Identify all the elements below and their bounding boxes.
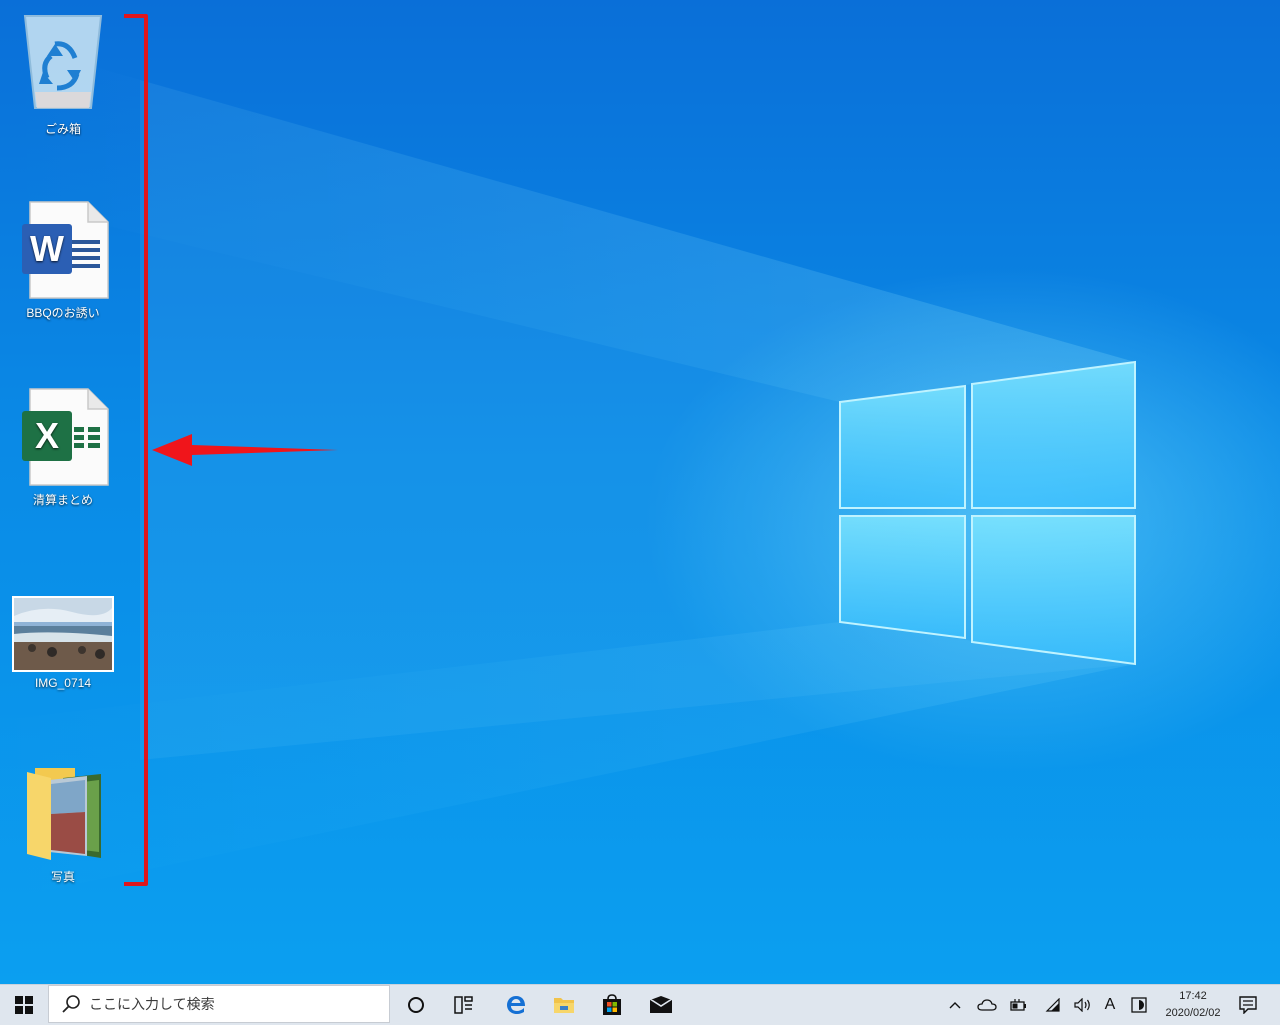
- input-method-icon: [1131, 997, 1147, 1013]
- task-view-icon: [454, 996, 473, 1014]
- annotation-arrow: [152, 434, 338, 466]
- windows-logo-pane-2: [971, 360, 1136, 509]
- edge-icon: [507, 996, 525, 1014]
- search-icon: [62, 995, 80, 1013]
- taskbar-search-box[interactable]: ここに入力して検索: [48, 985, 390, 1023]
- onedrive-button[interactable]: [974, 985, 1000, 1025]
- volume-button[interactable]: [1070, 985, 1096, 1025]
- store-button[interactable]: [590, 985, 634, 1025]
- annotation-bracket: [124, 14, 148, 886]
- windows-start-icon: [15, 996, 33, 1014]
- desktop: ごみ箱 W BBQのお誘い X 清算まとめ IMG_0714 写真: [0, 0, 1280, 984]
- action-center-button[interactable]: [1232, 985, 1264, 1025]
- mail-icon: [649, 996, 673, 1013]
- input-indicator-button[interactable]: [1128, 985, 1150, 1025]
- chevron-up-icon: [949, 1002, 961, 1009]
- taskbar-clock[interactable]: 17:42 2020/02/02: [1158, 985, 1228, 1025]
- notification-icon: [1239, 996, 1257, 1014]
- file-explorer-icon: [554, 998, 574, 1013]
- file-explorer-button[interactable]: [542, 985, 586, 1025]
- edge-button[interactable]: [494, 985, 538, 1025]
- cortana-icon: [408, 997, 424, 1013]
- task-view-button[interactable]: [444, 985, 484, 1025]
- network-button[interactable]: [1040, 985, 1066, 1025]
- wifi-icon: [1045, 998, 1060, 1012]
- tray-overflow-button[interactable]: [944, 985, 966, 1025]
- annotation-overlay: [124, 14, 338, 886]
- search-placeholder: ここに入力して検索: [89, 996, 215, 1012]
- speaker-icon: [1074, 998, 1090, 1012]
- windows-logo-pane-4: [971, 515, 1136, 666]
- ime-mode-label: A: [1104, 996, 1116, 1013]
- onedrive-cloud-icon: [977, 999, 997, 1011]
- windows-logo-pane-3: [839, 515, 966, 640]
- ime-mode-indicator[interactable]: A: [1100, 985, 1120, 1025]
- store-icon: [603, 994, 621, 1015]
- mail-button[interactable]: [638, 985, 684, 1025]
- clock-time: 17:42: [1179, 990, 1207, 1002]
- taskbar: ここに入力して検索 A 17:42 2020/02/02: [0, 984, 1280, 1025]
- battery-plug-icon: [1010, 999, 1026, 1011]
- clock-date: 2020/02/02: [1165, 1007, 1221, 1019]
- cortana-button[interactable]: [396, 985, 436, 1025]
- start-button[interactable]: [0, 985, 48, 1025]
- battery-button[interactable]: [1006, 985, 1032, 1025]
- windows-logo-pane-1: [839, 384, 966, 509]
